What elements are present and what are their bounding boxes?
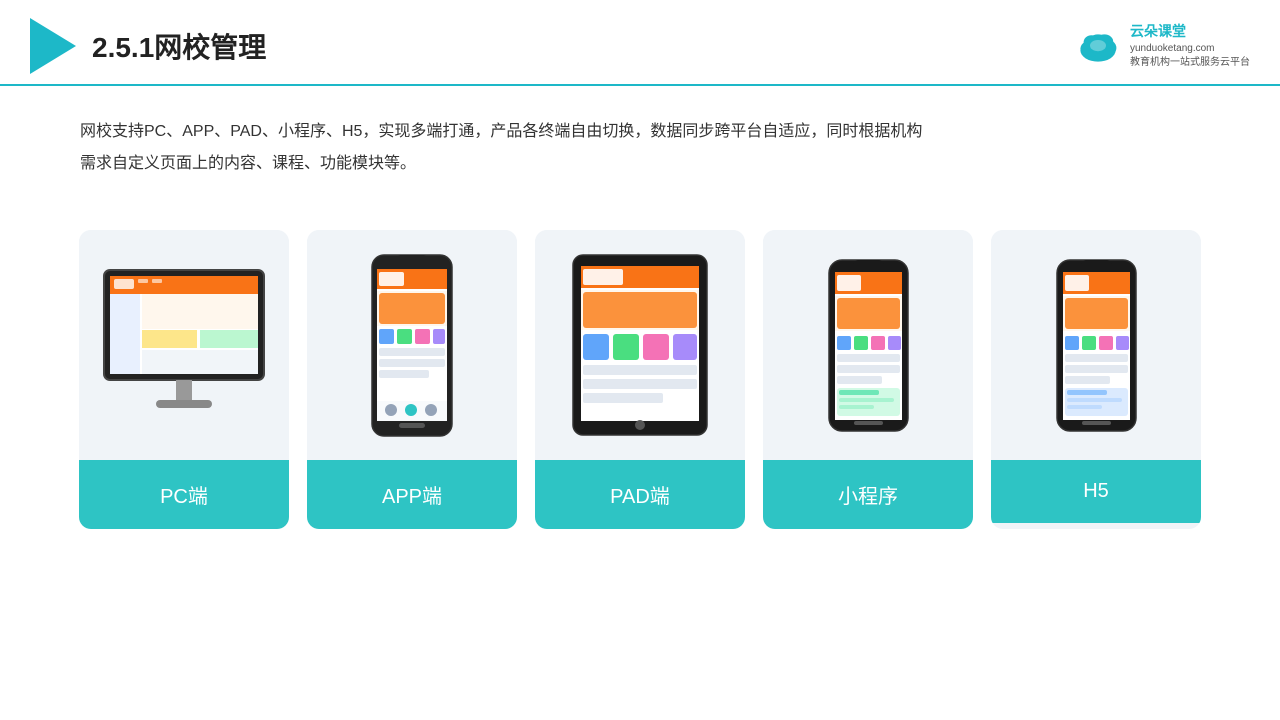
logo-tagline: 教育机构一站式服务云平台	[1130, 56, 1250, 70]
card-app-label: APP端	[307, 460, 517, 529]
card-pc: PC端	[79, 230, 289, 529]
pc-monitor-icon	[94, 255, 274, 435]
card-h5: H5	[991, 230, 1201, 529]
logo-area: 云朵课堂 yunduoketang.com 教育机构一站式服务云平台	[1074, 22, 1250, 70]
card-pad: PAD端	[535, 230, 745, 529]
page-title: 2.5.1网校管理	[92, 26, 266, 66]
card-h5-label: H5	[991, 460, 1201, 523]
card-pad-label: PAD端	[535, 460, 745, 529]
card-pc-image	[79, 230, 289, 460]
logo-name: 云朵课堂	[1130, 22, 1250, 42]
card-pc-label: PC端	[79, 460, 289, 529]
pad-tablet-icon	[565, 250, 715, 440]
card-app: APP端	[307, 230, 517, 529]
h5-phone-icon	[1054, 258, 1139, 433]
card-pad-image	[535, 230, 745, 460]
card-miniapp-image	[763, 230, 973, 460]
desc-line2: 需求自定义页面上的内容、课程、功能模块等。	[80, 148, 1200, 180]
logo-text: 云朵课堂 yunduoketang.com 教育机构一站式服务云平台	[1130, 22, 1250, 70]
card-h5-image	[991, 230, 1201, 460]
header: 2.5.1网校管理 云朵课堂 yunduoketang.com 教育机构一站式服…	[0, 0, 1280, 86]
desc-line1: 网校支持PC、APP、PAD、小程序、H5，实现多端打通，产品各终端自由切换，数…	[80, 116, 1200, 148]
cards-container: PC端	[0, 200, 1280, 559]
card-app-image	[307, 230, 517, 460]
miniapp-phone-icon	[826, 258, 911, 433]
header-left: 2.5.1网校管理	[30, 18, 266, 74]
description: 网校支持PC、APP、PAD、小程序、H5，实现多端打通，产品各终端自由切换，数…	[0, 86, 1280, 190]
logo-cloud-icon	[1074, 28, 1122, 64]
logo-sub: yunduoketang.com	[1130, 42, 1250, 56]
card-miniapp-label: 小程序	[763, 460, 973, 529]
app-phone-icon	[367, 253, 457, 438]
card-miniapp: 小程序	[763, 230, 973, 529]
play-icon	[30, 18, 76, 74]
